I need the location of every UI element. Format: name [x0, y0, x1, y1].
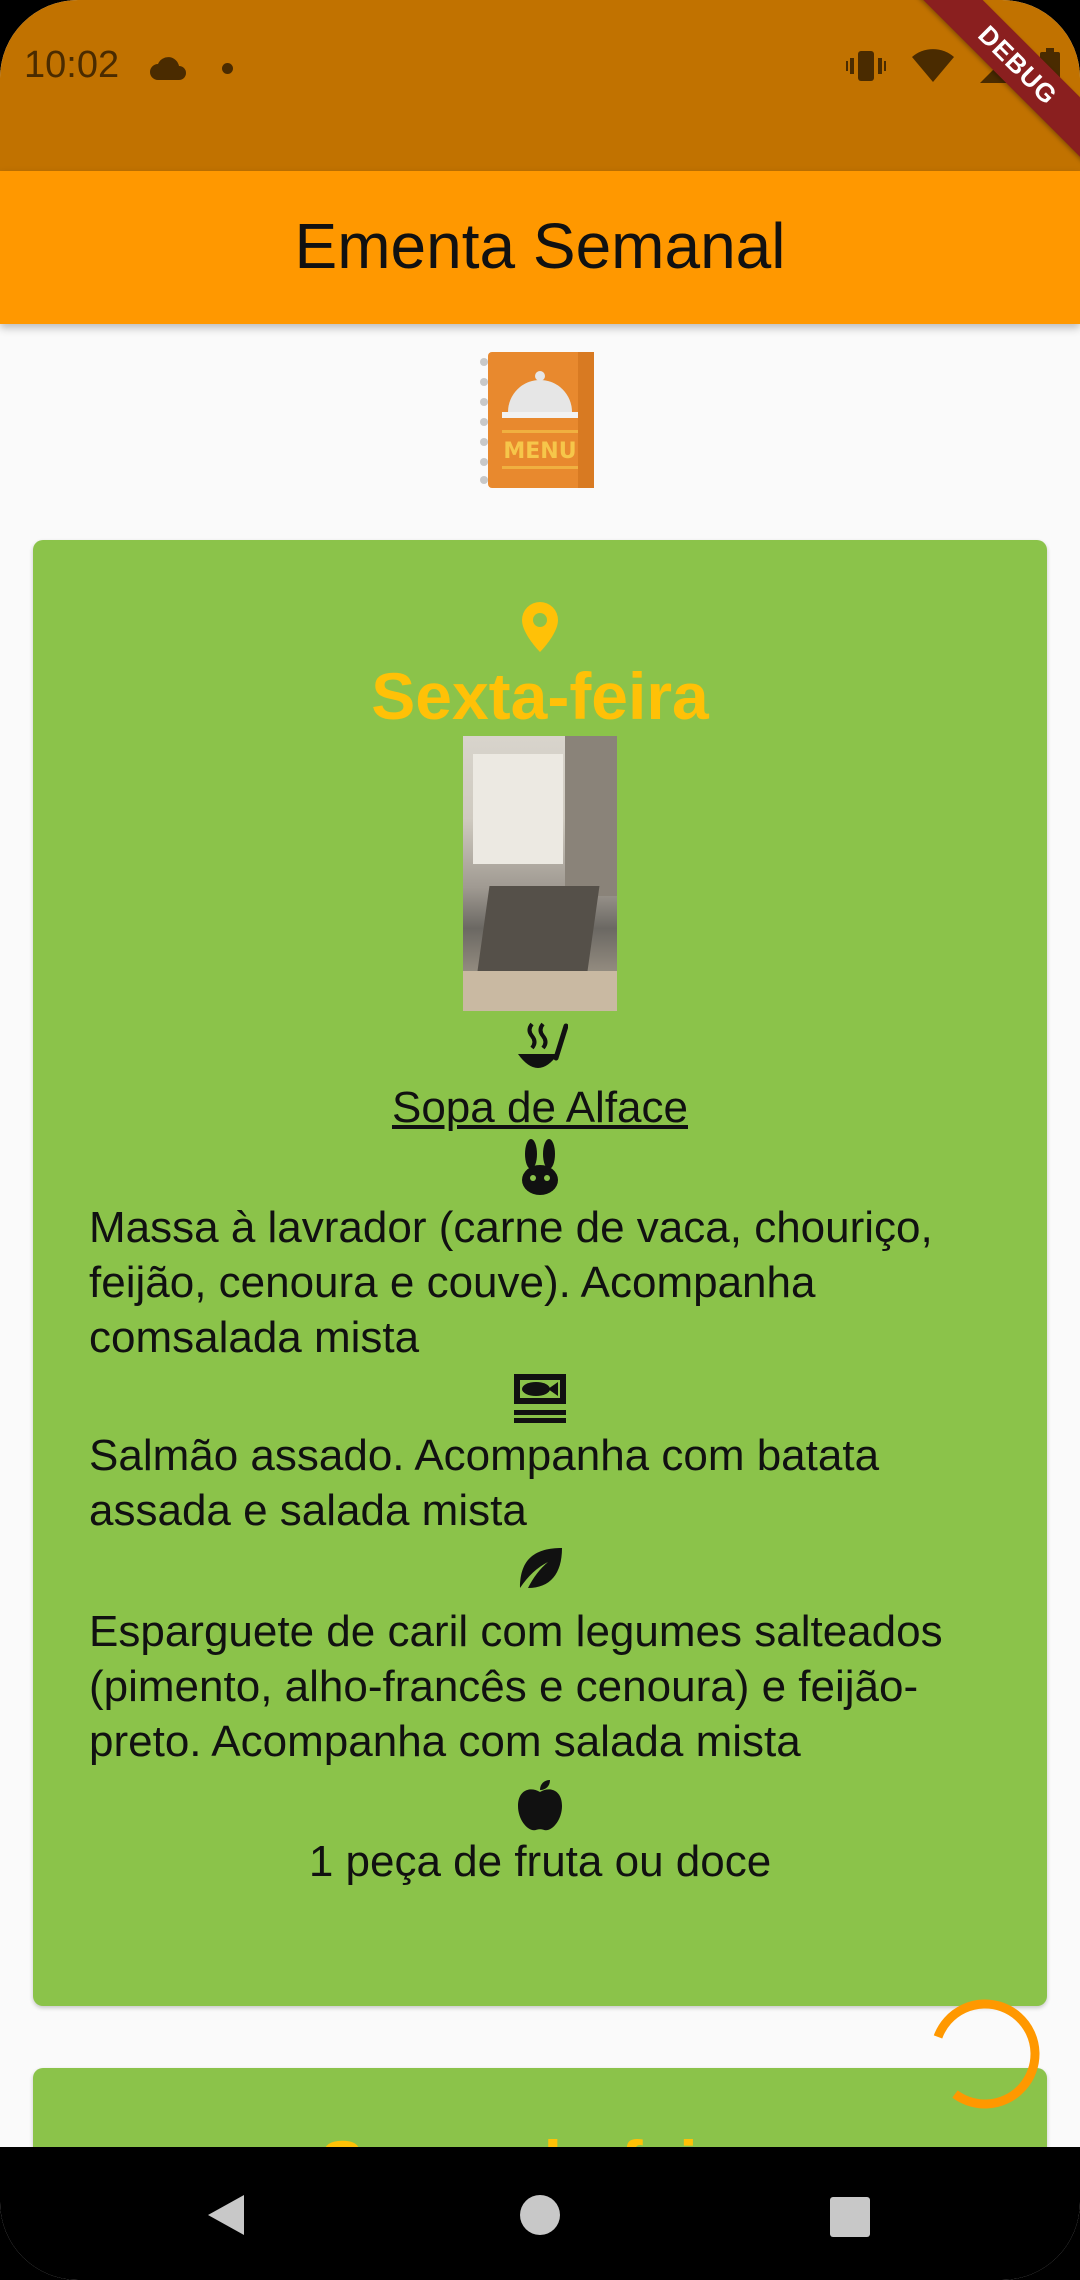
rabbit-icon [33, 1138, 1047, 1201]
soup-icon [33, 1020, 1047, 1081]
day-title: Sexta-feira [371, 659, 709, 733]
day-title: Segunda-feira [33, 2126, 1047, 2147]
soup-dish: Sopa de Alface [391, 1083, 688, 1132]
menu-logo-label: MENU [503, 439, 576, 464]
app-bar: Ementa Semanal [0, 171, 1080, 324]
debug-banner: DEBUG [897, 0, 1080, 186]
vegetarian-dish-line-2: preto. Acompanha com salada mista [89, 1717, 801, 1766]
fish-icon [33, 1372, 1047, 1429]
back-icon[interactable] [206, 2193, 246, 2242]
status-bar: 10:02 DEBUG [0, 0, 1080, 186]
page-title: Ementa Semanal [294, 210, 786, 282]
notification-dot-icon [222, 63, 233, 74]
fish-dish: Salmão assado. Acompanha com batata assa… [89, 1431, 880, 1535]
wifi-icon [912, 49, 954, 88]
day-card[interactable]: Sexta-feira Sopa de Alface Massa à lavra… [33, 540, 1047, 2006]
leaf-icon [33, 1544, 1047, 1597]
navigation-bar [0, 2147, 1080, 2280]
menu-list[interactable]: MENU Sexta-feira Sopa de Alface Massa à … [0, 324, 1080, 2147]
meat-dish: Massa à lavrador (carne de vaca, chouriç… [89, 1203, 933, 1362]
dish-photo [463, 736, 617, 1011]
cloud-icon [148, 54, 188, 87]
status-time: 10:02 [24, 44, 120, 86]
recents-icon[interactable] [828, 2195, 872, 2244]
menu-logo: MENU [478, 348, 602, 492]
apple-icon [33, 1778, 1047, 1837]
dessert: 1 peça de fruta ou doce [308, 1837, 772, 1886]
vegetarian-dish-line-1: Esparguete de caril com legumes salteado… [89, 1607, 943, 1711]
loading-spinner [930, 1999, 1040, 2109]
location-pin-icon [33, 600, 1047, 661]
vibrate-icon [846, 49, 886, 88]
home-icon[interactable] [518, 2193, 562, 2242]
day-card[interactable]: Segunda-feira [33, 2068, 1047, 2147]
screen: 10:02 DEBUG Ementa Semanal MENU Sexta-fe… [0, 0, 1080, 2280]
